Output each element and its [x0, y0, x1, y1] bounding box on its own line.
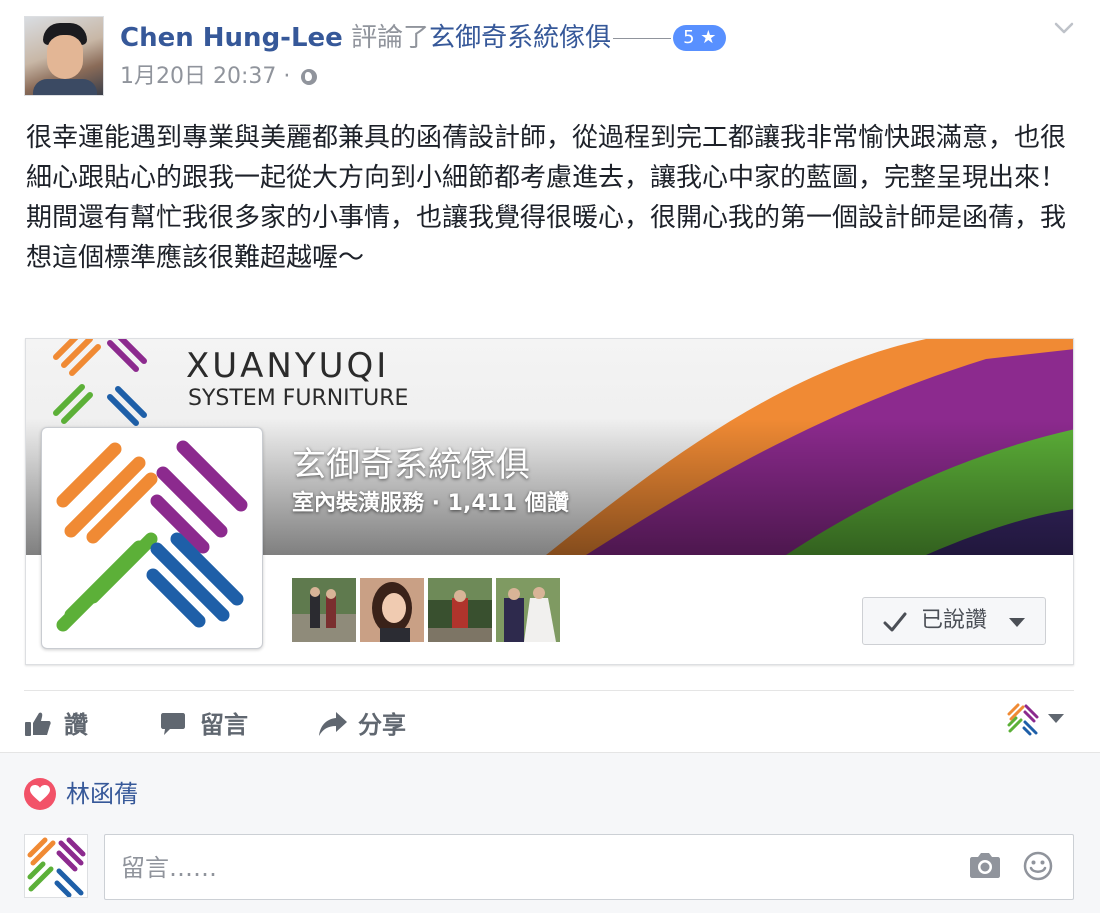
friend-photo-2[interactable] [360, 578, 424, 642]
share-label: 分享 [358, 711, 406, 739]
emoji-icon[interactable] [1023, 851, 1053, 881]
camera-icon[interactable] [969, 851, 1001, 879]
review-verb: 評論了 [351, 23, 430, 53]
friend-photo-3[interactable] [428, 578, 492, 642]
rating-badge[interactable]: 5 ★ [673, 25, 727, 51]
globe-icon[interactable] [301, 69, 318, 85]
author-name[interactable]: Chen Hung-Lee [120, 23, 343, 53]
timestamp-link[interactable]: 1月20日 20:37 [120, 64, 276, 89]
page-card[interactable]: XUANYUQI SYSTEM FURNITURE 玄御奇系統傢俱 室內裝潢服務… [25, 338, 1074, 665]
comment-input[interactable] [119, 835, 943, 901]
commenter-avatar [24, 834, 88, 898]
friend-photo-4[interactable] [496, 578, 560, 642]
page-logo-mini-icon [1007, 703, 1039, 736]
checkmark-icon [883, 612, 907, 632]
rating-connector [613, 38, 672, 39]
page-meta: 室內裝潢服務 · 1,411 個讚 [292, 491, 569, 516]
share-icon [319, 712, 347, 736]
heart-icon [24, 778, 56, 810]
separator: · [283, 64, 291, 89]
star-icon: ★ [700, 27, 717, 48]
post-timestamp: 1月20日 20:37 · [120, 62, 318, 92]
rating-value: 5 [683, 27, 695, 48]
liked-button[interactable]: 已說讚 [862, 597, 1046, 645]
post-header: Chen Hung-Lee 評論了玄御奇系統傢俱 5 ★ [120, 20, 727, 56]
caret-down-icon [1048, 714, 1064, 723]
comment-composer[interactable] [104, 834, 1074, 901]
page-name[interactable]: 玄御奇系統傢俱 [292, 443, 530, 487]
comment-button[interactable]: 留言 [160, 705, 260, 745]
post-body: 很幸運能遇到專業與美麗都兼具的函蒨設計師，從過程到完工都讓我非常愉快跟滿意，也很… [26, 118, 1076, 278]
cover-tagline: SYSTEM FURNITURE [188, 386, 408, 411]
caret-down-icon [1009, 618, 1025, 627]
liked-label: 已說讚 [921, 608, 988, 633]
thumbs-up-icon [25, 712, 51, 736]
reviewed-page-link[interactable]: 玄御奇系統傢俱 [429, 23, 611, 53]
comment-label: 留言 [200, 711, 248, 739]
reactor-name[interactable]: 林函蒨 [66, 776, 138, 812]
page-logo[interactable] [41, 427, 263, 649]
chevron-down-icon[interactable] [1052, 16, 1076, 40]
cover-brand: XUANYUQI [186, 346, 389, 386]
post-as-selector[interactable] [1006, 702, 1070, 736]
like-label: 讚 [64, 711, 88, 739]
like-button[interactable]: 讚 [24, 705, 104, 745]
comment-icon [161, 713, 185, 735]
author-avatar[interactable] [24, 16, 104, 96]
post-paragraph: 期間還有幫忙我很多家的小事情，也讓我覺得很暖心，很開心我的第一個設計師是函蒨，我… [26, 203, 1067, 273]
friend-photo-1[interactable] [292, 578, 356, 642]
divider [24, 690, 1074, 691]
post-paragraph: 很幸運能遇到專業與美麗都兼具的函蒨設計師，從過程到完工都讓我非常愉快跟滿意，也很… [26, 123, 1067, 193]
share-button[interactable]: 分享 [318, 705, 418, 745]
